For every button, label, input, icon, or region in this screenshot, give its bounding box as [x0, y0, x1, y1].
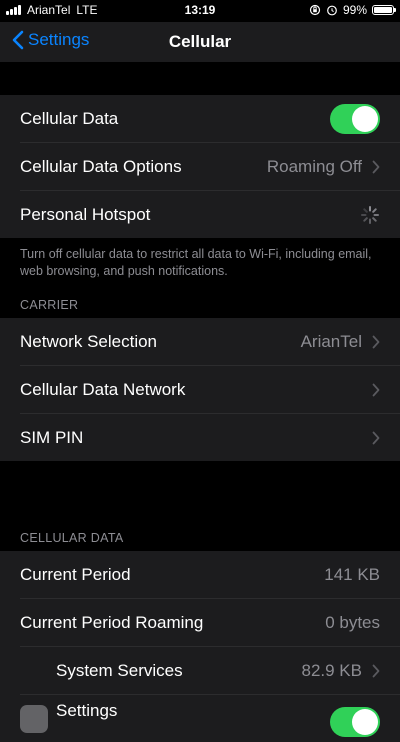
- navigation-bar: Settings Cellular: [0, 22, 400, 62]
- personal-hotspot-label: Personal Hotspot: [20, 204, 151, 224]
- section-spacer: [0, 62, 400, 95]
- cellular-data-options-row[interactable]: Cellular Data Options Roaming Off: [0, 143, 400, 190]
- network-selection-label: Network Selection: [20, 331, 158, 351]
- usage-group: Current Period 141 KB Current Period Roa…: [0, 551, 400, 742]
- current-period-roaming-value: 0 bytes: [325, 612, 380, 632]
- personal-hotspot-row[interactable]: Personal Hotspot: [0, 191, 400, 238]
- chevron-right-icon: [372, 335, 380, 348]
- alarm-icon: [327, 5, 337, 16]
- system-services-row[interactable]: System Services 82.9 KB: [0, 647, 400, 694]
- current-period-roaming-label: Current Period Roaming: [20, 612, 204, 632]
- cellular-data-toggle[interactable]: [330, 103, 380, 134]
- cellular-data-footer: Turn off cellular data to restrict all d…: [0, 238, 400, 288]
- settings-app-toggle[interactable]: [330, 707, 380, 737]
- sim-pin-row[interactable]: SIM PIN: [0, 414, 400, 461]
- current-period-value: 141 KB: [324, 564, 380, 584]
- cellular-data-network-row[interactable]: Cellular Data Network: [0, 366, 400, 413]
- battery-icon: [372, 5, 396, 15]
- cellular-data-section-header: CELLULAR DATA: [0, 521, 400, 551]
- current-period-label: Current Period: [20, 564, 131, 584]
- cellular-data-options-value: Roaming Off: [266, 156, 362, 176]
- settings-app-icon: [20, 705, 48, 733]
- system-services-value: 82.9 KB: [301, 660, 363, 680]
- current-period-roaming-row: Current Period Roaming 0 bytes: [0, 599, 400, 646]
- status-bar: ArianTel LTE 13:19 99%: [0, 0, 400, 22]
- cellular-data-label: Cellular Data: [20, 108, 119, 128]
- cellular-main-group: Cellular Data Cellular Data Options Roam…: [0, 95, 400, 238]
- battery-percent: 99%: [342, 3, 367, 17]
- settings-list: Cellular Data Cellular Data Options Roam…: [0, 62, 400, 742]
- page-title: Cellular: [168, 32, 232, 51]
- carrier-section-header: CARRIER: [0, 288, 400, 318]
- orientation-lock-icon: [309, 4, 321, 16]
- cellular-data-row: Cellular Data: [0, 95, 400, 142]
- loading-spinner-icon: [361, 205, 379, 224]
- chevron-right-icon: [372, 160, 380, 173]
- network-selection-value: ArianTel: [300, 331, 362, 351]
- settings-app-label: Settings: [56, 701, 118, 720]
- chevron-right-icon: [372, 383, 380, 396]
- status-right: 99%: [309, 3, 396, 17]
- network-selection-row[interactable]: Network Selection ArianTel: [0, 318, 400, 365]
- cellular-data-network-label: Cellular Data Network: [20, 379, 186, 399]
- cellular-data-options-label: Cellular Data Options: [20, 156, 182, 176]
- chevron-right-icon: [372, 664, 380, 677]
- system-services-label: System Services: [56, 660, 183, 680]
- current-period-row: Current Period 141 KB: [0, 551, 400, 598]
- carrier-group: Network Selection ArianTel Cellular Data…: [0, 318, 400, 461]
- chevron-right-icon: [372, 431, 380, 444]
- settings-app-row[interactable]: Settings: [0, 695, 400, 742]
- section-spacer: [0, 461, 400, 521]
- sim-pin-label: SIM PIN: [20, 427, 84, 447]
